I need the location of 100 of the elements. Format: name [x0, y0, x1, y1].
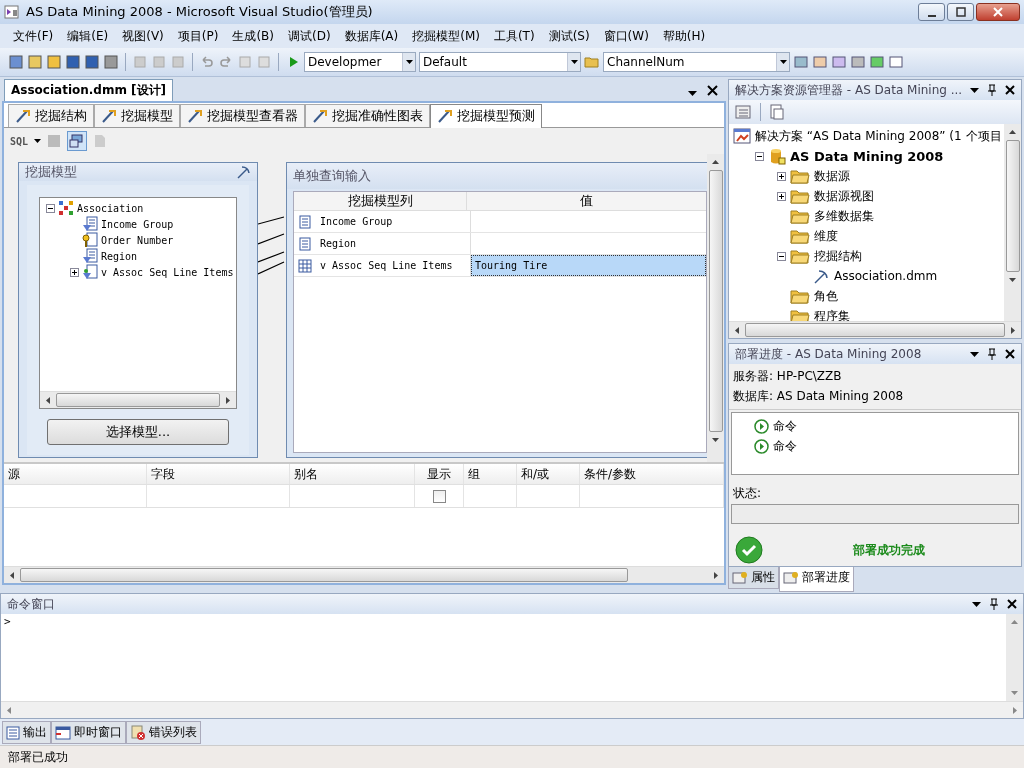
- menu-item[interactable]: 测试(S): [541, 25, 597, 47]
- menu-item[interactable]: 项目(P): [170, 25, 226, 47]
- menu-item[interactable]: 生成(B): [225, 25, 281, 47]
- toolbar-icon[interactable]: [831, 54, 847, 70]
- scrollbar-thumb[interactable]: [745, 323, 1005, 337]
- minimize-button[interactable]: [918, 3, 945, 21]
- designer-tab[interactable]: 挖掘结构: [8, 104, 94, 127]
- tree-item[interactable]: v Assoc Seq Line Items: [101, 266, 234, 278]
- column-header[interactable]: 组: [464, 464, 517, 484]
- close-icon[interactable]: [1005, 85, 1015, 95]
- dropdown-icon[interactable]: [970, 87, 980, 93]
- dropdown-icon[interactable]: [972, 601, 981, 607]
- close-icon[interactable]: [707, 85, 718, 96]
- close-icon[interactable]: [1005, 349, 1015, 359]
- dropdown-icon[interactable]: [688, 91, 697, 96]
- designer-tab[interactable]: 挖掘模型预测: [430, 104, 542, 128]
- toolbar-icon[interactable]: [84, 54, 100, 70]
- key-column-icon: [82, 232, 98, 248]
- command-item[interactable]: 命令: [773, 417, 797, 435]
- toolbar-icon[interactable]: [65, 54, 81, 70]
- panel-tab[interactable]: 输出: [2, 721, 51, 744]
- maximize-button[interactable]: [947, 3, 974, 21]
- panel-tab[interactable]: 即时窗口: [51, 721, 126, 744]
- toolbar-icon[interactable]: [46, 54, 62, 70]
- panel-tab[interactable]: 属性: [728, 567, 779, 589]
- collapse-icon[interactable]: [755, 151, 764, 161]
- scrollbar-thumb[interactable]: [56, 393, 220, 407]
- expand-icon[interactable]: [777, 171, 786, 181]
- collapse-icon[interactable]: [777, 251, 786, 261]
- scrollbar-thumb[interactable]: [20, 568, 628, 582]
- scrollbar-thumb[interactable]: [1005, 140, 1020, 272]
- status-text: 部署已成功: [8, 748, 68, 766]
- tree-item[interactable]: 多维数据集: [814, 207, 874, 225]
- column-header[interactable]: 字段: [147, 464, 290, 484]
- command-item[interactable]: 命令: [773, 437, 797, 455]
- app-icon: [4, 4, 20, 20]
- sql-button[interactable]: SQL: [10, 135, 29, 147]
- menu-item[interactable]: 文件(F): [6, 25, 61, 47]
- find-dropdown[interactable]: ChannelNum: [603, 52, 790, 72]
- tree-item[interactable]: 程序集: [814, 307, 850, 321]
- close-button[interactable]: [976, 3, 1020, 21]
- tree-item[interactable]: 数据源: [814, 167, 850, 185]
- column-header[interactable]: 条件/参数: [580, 464, 724, 484]
- configuration-dropdown[interactable]: Developmer: [304, 52, 416, 72]
- designer-tab[interactable]: 挖掘准确性图表: [305, 104, 430, 127]
- toolbar-icon[interactable]: [812, 54, 828, 70]
- menu-item[interactable]: 窗口(W): [596, 25, 656, 47]
- toolbar-icon[interactable]: [850, 54, 866, 70]
- toolbar-icon[interactable]: [103, 54, 119, 70]
- pin-icon[interactable]: [987, 84, 998, 96]
- tree-item[interactable]: 数据源视图: [814, 187, 874, 205]
- designer-tab[interactable]: 挖掘模型查看器: [180, 104, 305, 127]
- platform-dropdown[interactable]: Default: [419, 52, 581, 72]
- expand-icon[interactable]: [777, 191, 786, 201]
- panel-tab[interactable]: 错误列表: [126, 721, 201, 744]
- panel-tab[interactable]: 部署进度: [779, 567, 854, 592]
- show-checkbox[interactable]: [432, 489, 446, 503]
- tree-item[interactable]: 角色: [814, 287, 838, 305]
- pin-icon[interactable]: [989, 598, 999, 610]
- column-header[interactable]: 源: [4, 464, 147, 484]
- pin-icon[interactable]: [987, 348, 997, 360]
- close-icon[interactable]: [1007, 599, 1017, 609]
- menu-item[interactable]: 调试(D): [281, 25, 338, 47]
- column-header[interactable]: 和/或: [517, 464, 580, 484]
- toolbar-icon[interactable]: [888, 54, 904, 70]
- menu-item[interactable]: 挖掘模型(M): [405, 25, 487, 47]
- toolbar-icon[interactable]: [869, 54, 885, 70]
- tree-item[interactable]: AS Data Mining 2008: [790, 148, 944, 164]
- toolbar-icon[interactable]: [8, 54, 24, 70]
- tree-item[interactable]: 解决方案 “AS Data Mining 2008” (1 个项目: [755, 127, 1002, 145]
- expand-icon[interactable]: [70, 267, 79, 277]
- menu-item[interactable]: 编辑(E): [60, 25, 116, 47]
- designer-tab[interactable]: 挖掘模型: [94, 104, 180, 127]
- dropdown-icon[interactable]: [34, 139, 42, 143]
- scrollbar-thumb[interactable]: [708, 170, 723, 432]
- document-tab[interactable]: Association.dmm [设计]: [4, 79, 174, 101]
- toolbar-icon[interactable]: [27, 54, 43, 70]
- tree-item[interactable]: Association: [77, 202, 144, 214]
- column-header[interactable]: 别名: [290, 464, 415, 484]
- tree-item[interactable]: Order Number: [101, 234, 174, 246]
- select-model-button[interactable]: 选择模型...: [47, 419, 229, 445]
- column-header[interactable]: 显示: [415, 464, 464, 484]
- toolbar-icon[interactable]: [793, 54, 809, 70]
- menu-item[interactable]: 视图(V): [115, 25, 171, 47]
- tree-item[interactable]: Association.dmm: [834, 269, 938, 283]
- column-header[interactable]: 值: [467, 192, 706, 210]
- command-prompt[interactable]: >: [4, 615, 11, 628]
- collapse-icon[interactable]: [46, 203, 55, 213]
- toolbar-icon[interactable]: [67, 131, 88, 151]
- column-header[interactable]: 挖掘模型列: [294, 192, 467, 210]
- menu-item[interactable]: 工具(T): [486, 25, 542, 47]
- show-files-icon[interactable]: [768, 104, 784, 120]
- menu-item[interactable]: 帮助(H): [655, 25, 713, 47]
- tree-item[interactable]: 维度: [814, 227, 838, 245]
- table-row[interactable]: Income Group: [294, 211, 706, 233]
- dropdown-icon[interactable]: [970, 351, 979, 357]
- tree-item[interactable]: 挖掘结构: [814, 247, 862, 265]
- menu-item[interactable]: 数据库(A): [337, 25, 406, 47]
- tree-item[interactable]: Income Group: [101, 218, 174, 230]
- tree-item[interactable]: Region: [101, 250, 138, 262]
